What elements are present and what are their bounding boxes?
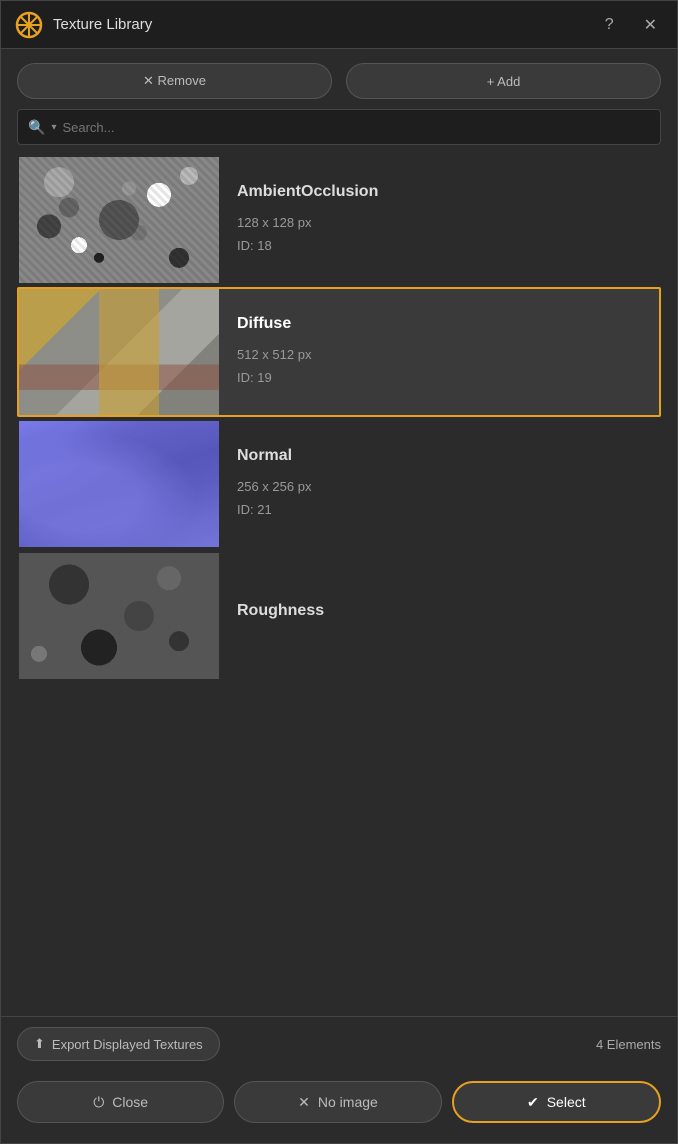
texture-item-diffuse[interactable]: Diffuse 512 x 512 px ID: 19 — [17, 287, 661, 417]
select-label: Select — [547, 1094, 586, 1110]
remove-button[interactable]: ✕ Remove — [17, 63, 332, 99]
texture-item-roughness[interactable]: Roughness — [17, 551, 661, 681]
close-button[interactable]: ⏻ Close — [17, 1081, 224, 1123]
texture-size-normal: 256 x 256 px — [237, 475, 641, 498]
title-bar: Texture Library ? ✕ — [1, 1, 677, 49]
export-label: Export Displayed Textures — [52, 1037, 203, 1052]
no-image-icon: ✕ — [298, 1094, 310, 1111]
texture-info-normal: Normal 256 x 256 px ID: 21 — [219, 447, 659, 522]
texture-thumbnail-ao — [19, 157, 219, 283]
elements-count: 4 Elements — [596, 1037, 661, 1052]
texture-thumbnail-diffuse — [19, 289, 219, 415]
texture-thumbnail-normal — [19, 421, 219, 547]
texture-size-diffuse: 512 x 512 px — [237, 343, 641, 366]
footer-bottom: ⏻ Close ✕ No image ✔ Select — [1, 1071, 677, 1143]
export-icon: ⬆ — [34, 1036, 45, 1052]
close-label: Close — [112, 1094, 148, 1110]
texture-list: AmbientOcclusion 128 x 128 px ID: 18 Dif… — [1, 155, 677, 1016]
help-button[interactable]: ? — [599, 14, 620, 36]
texture-library-window: Texture Library ? ✕ ✕ Remove + Add 🔍 ▾ A… — [0, 0, 678, 1144]
texture-name-diffuse: Diffuse — [237, 315, 641, 333]
footer: ⬆ Export Displayed Textures 4 Elements ⏻… — [1, 1016, 677, 1143]
select-button[interactable]: ✔ Select — [452, 1081, 661, 1123]
texture-thumbnail-roughness — [19, 553, 219, 679]
texture-id-normal: ID: 21 — [237, 498, 641, 521]
no-image-button[interactable]: ✕ No image — [234, 1081, 441, 1123]
texture-size-ao: 128 x 128 px — [237, 211, 641, 234]
texture-meta-normal: 256 x 256 px ID: 21 — [237, 475, 641, 522]
title-actions: ? ✕ — [599, 13, 663, 37]
close-icon: ⏻ — [93, 1094, 104, 1111]
search-input[interactable] — [62, 120, 650, 135]
texture-meta-ao: 128 x 128 px ID: 18 — [237, 211, 641, 258]
add-button[interactable]: + Add — [346, 63, 661, 99]
search-dropdown-icon[interactable]: ▾ — [51, 122, 56, 133]
texture-id-ao: ID: 18 — [237, 234, 641, 257]
app-logo — [15, 11, 43, 39]
window-title: Texture Library — [53, 16, 599, 33]
export-button[interactable]: ⬆ Export Displayed Textures — [17, 1027, 220, 1061]
texture-item-ao[interactable]: AmbientOcclusion 128 x 128 px ID: 18 — [17, 155, 661, 285]
search-icon: 🔍 — [28, 119, 45, 136]
select-icon: ✔ — [527, 1094, 539, 1111]
texture-info-roughness: Roughness — [219, 602, 659, 630]
texture-meta-diffuse: 512 x 512 px ID: 19 — [237, 343, 641, 390]
texture-info-ao: AmbientOcclusion 128 x 128 px ID: 18 — [219, 183, 659, 258]
texture-name-normal: Normal — [237, 447, 641, 465]
close-window-button[interactable]: ✕ — [638, 13, 663, 37]
texture-id-diffuse: ID: 19 — [237, 366, 641, 389]
toolbar: ✕ Remove + Add — [1, 49, 677, 109]
footer-top: ⬆ Export Displayed Textures 4 Elements — [1, 1017, 677, 1071]
search-bar[interactable]: 🔍 ▾ — [17, 109, 661, 145]
texture-name-ao: AmbientOcclusion — [237, 183, 641, 201]
texture-item-normal[interactable]: Normal 256 x 256 px ID: 21 — [17, 419, 661, 549]
texture-name-roughness: Roughness — [237, 602, 641, 620]
no-image-label: No image — [318, 1094, 378, 1110]
texture-info-diffuse: Diffuse 512 x 512 px ID: 19 — [219, 315, 659, 390]
